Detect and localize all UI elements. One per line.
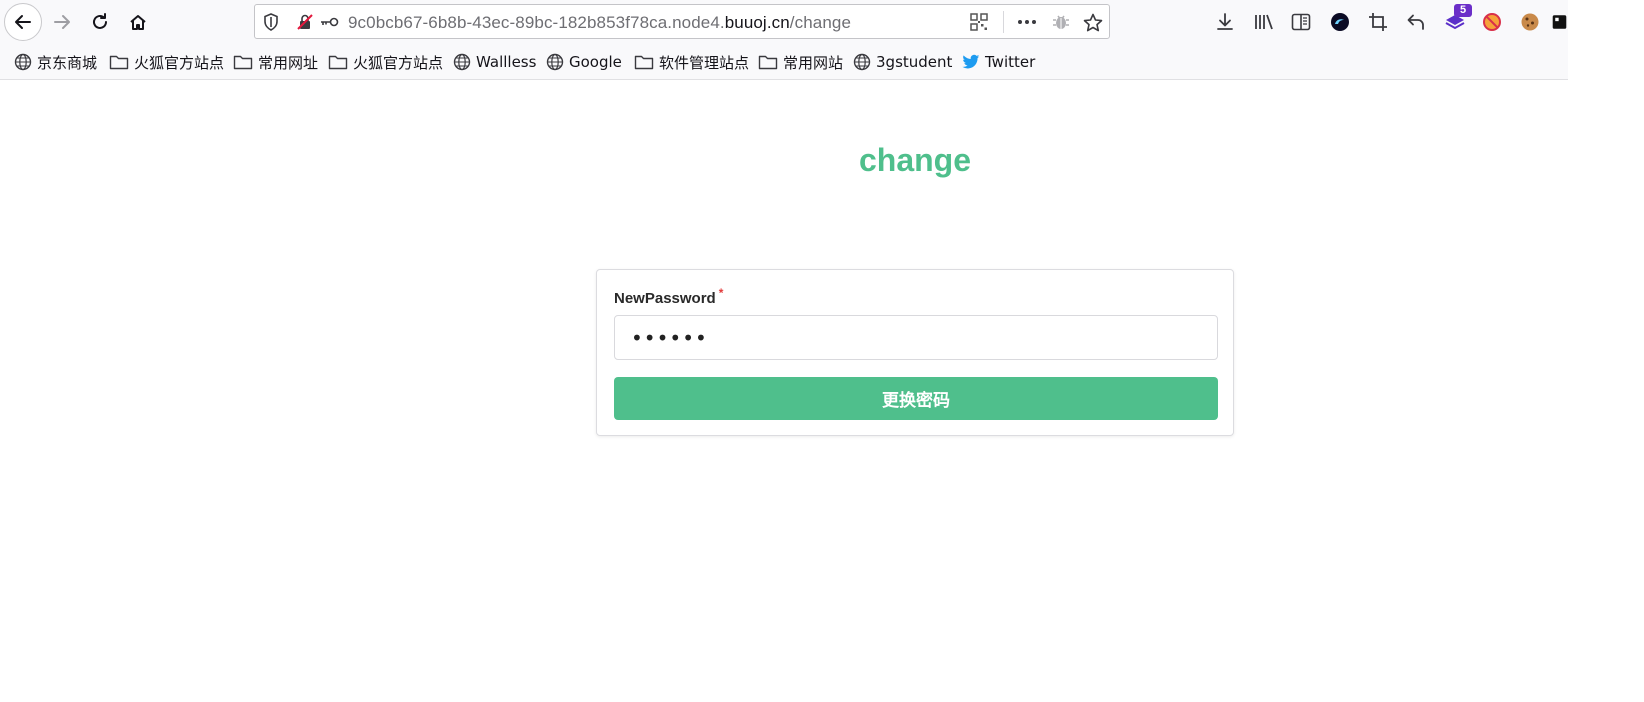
twitter-bird-icon [962, 54, 980, 69]
bookmark-item[interactable]: 3gstudent [853, 52, 952, 72]
blocked-circle-icon [1483, 13, 1501, 31]
folder-icon [109, 55, 129, 70]
bookmark-folder[interactable]: 常用网址 [233, 52, 318, 72]
bookmark-item[interactable]: 京东商城 [14, 52, 97, 72]
url-bar[interactable]: 9c0bcb67-6b8b-43ec-89bc-182b853f78ca.nod… [254, 4, 1110, 39]
reload-button[interactable] [84, 6, 116, 38]
url-path: /change [789, 13, 851, 32]
change-password-card: NewPassword * 更换密码 [596, 269, 1234, 436]
bookmark-folder[interactable]: 软件管理站点 [634, 52, 749, 72]
bookmark-item[interactable]: Google [546, 52, 622, 72]
crop-button[interactable] [1363, 6, 1393, 38]
forward-button[interactable] [46, 6, 78, 38]
key-icon[interactable] [319, 13, 339, 31]
bookmark-folder[interactable]: 常用网站 [758, 52, 843, 72]
bookmark-label: 常用网址 [258, 53, 319, 72]
bug-icon[interactable] [1051, 13, 1071, 31]
block-extension-button[interactable] [1477, 6, 1507, 38]
library-button[interactable] [1249, 6, 1279, 38]
globe-icon [853, 53, 871, 71]
page-title: change [858, 142, 972, 178]
change-password-button[interactable]: 更换密码 [614, 377, 1218, 420]
bookmark-label: 软件管理站点 [659, 53, 750, 72]
bookmark-star-icon[interactable] [1083, 13, 1103, 31]
home-icon [130, 15, 146, 30]
arrow-left-icon [15, 15, 31, 29]
bookmark-label: 常用网站 [783, 53, 844, 72]
folder-icon [758, 55, 778, 70]
bookmark-label: 火狐官方站点 [134, 53, 225, 72]
new-password-label: NewPassword * [614, 286, 723, 307]
bookmark-label: 3gstudent [876, 53, 953, 71]
folder-icon [328, 55, 348, 70]
undo-arrow-icon [1407, 14, 1424, 30]
bookmark-folder[interactable]: 火狐官方站点 [328, 52, 443, 72]
sidebar-button[interactable] [1286, 6, 1316, 38]
undo-button[interactable] [1401, 6, 1431, 38]
bookmark-label: 火狐官方站点 [353, 53, 444, 72]
crop-icon [1369, 13, 1387, 31]
insecure-connection-icon[interactable] [295, 13, 315, 31]
cookie-icon [1521, 13, 1539, 31]
bookmark-folder[interactable]: 火狐官方站点 [109, 52, 224, 72]
globe-icon [453, 53, 471, 71]
back-button[interactable] [4, 3, 42, 41]
downloads-button[interactable] [1210, 6, 1240, 38]
globe-icon [14, 53, 32, 71]
extension-overflow-button[interactable] [1551, 6, 1568, 38]
bookmark-label: Twitter [985, 53, 1036, 71]
bookmark-label: Wallless [476, 53, 537, 71]
extension-stack-button[interactable]: 5 [1440, 4, 1472, 38]
arrow-right-icon [54, 15, 70, 29]
extension-badge: 5 [1454, 4, 1472, 17]
more-actions-icon[interactable] [1017, 13, 1037, 31]
bookmark-label: Google [569, 53, 622, 71]
bookmarks-bar: 京东商城 火狐官方站点 常用网址 火狐官方站点 Wallless Google … [0, 44, 1568, 80]
qr-code-icon[interactable] [969, 13, 989, 31]
new-password-input[interactable] [614, 315, 1218, 360]
url-prefix: 9c0bcb67-6b8b-43ec-89bc-182b853f78ca.nod… [348, 13, 725, 32]
tracking-shield-icon[interactable] [261, 13, 281, 31]
black-square-extension-icon [1552, 15, 1567, 29]
sidebar-icon [1291, 13, 1311, 31]
folder-icon [233, 55, 253, 70]
home-button[interactable] [122, 6, 154, 38]
url-text[interactable]: 9c0bcb67-6b8b-43ec-89bc-182b853f78ca.nod… [348, 13, 851, 33]
library-icon [1255, 14, 1273, 30]
required-marker: * [718, 286, 724, 300]
url-host: buuoj.cn [724, 13, 790, 32]
globe-icon [546, 53, 564, 71]
cookie-extension-button[interactable] [1515, 6, 1545, 38]
new-password-label-text: NewPassword [614, 290, 716, 307]
download-arrow-icon [1217, 13, 1233, 30]
bookmark-item[interactable]: Twitter [962, 52, 1035, 72]
url-bar-separator [1003, 11, 1004, 33]
reload-icon [93, 13, 107, 29]
extension-edge-button[interactable] [1325, 6, 1355, 38]
browser-toolbar: 9c0bcb67-6b8b-43ec-89bc-182b853f78ca.nod… [0, 0, 1568, 44]
folder-icon [634, 55, 654, 70]
dark-circle-extension-icon [1331, 13, 1349, 31]
bookmark-label: 京东商城 [37, 53, 98, 72]
bookmark-item[interactable]: Wallless [453, 52, 536, 72]
